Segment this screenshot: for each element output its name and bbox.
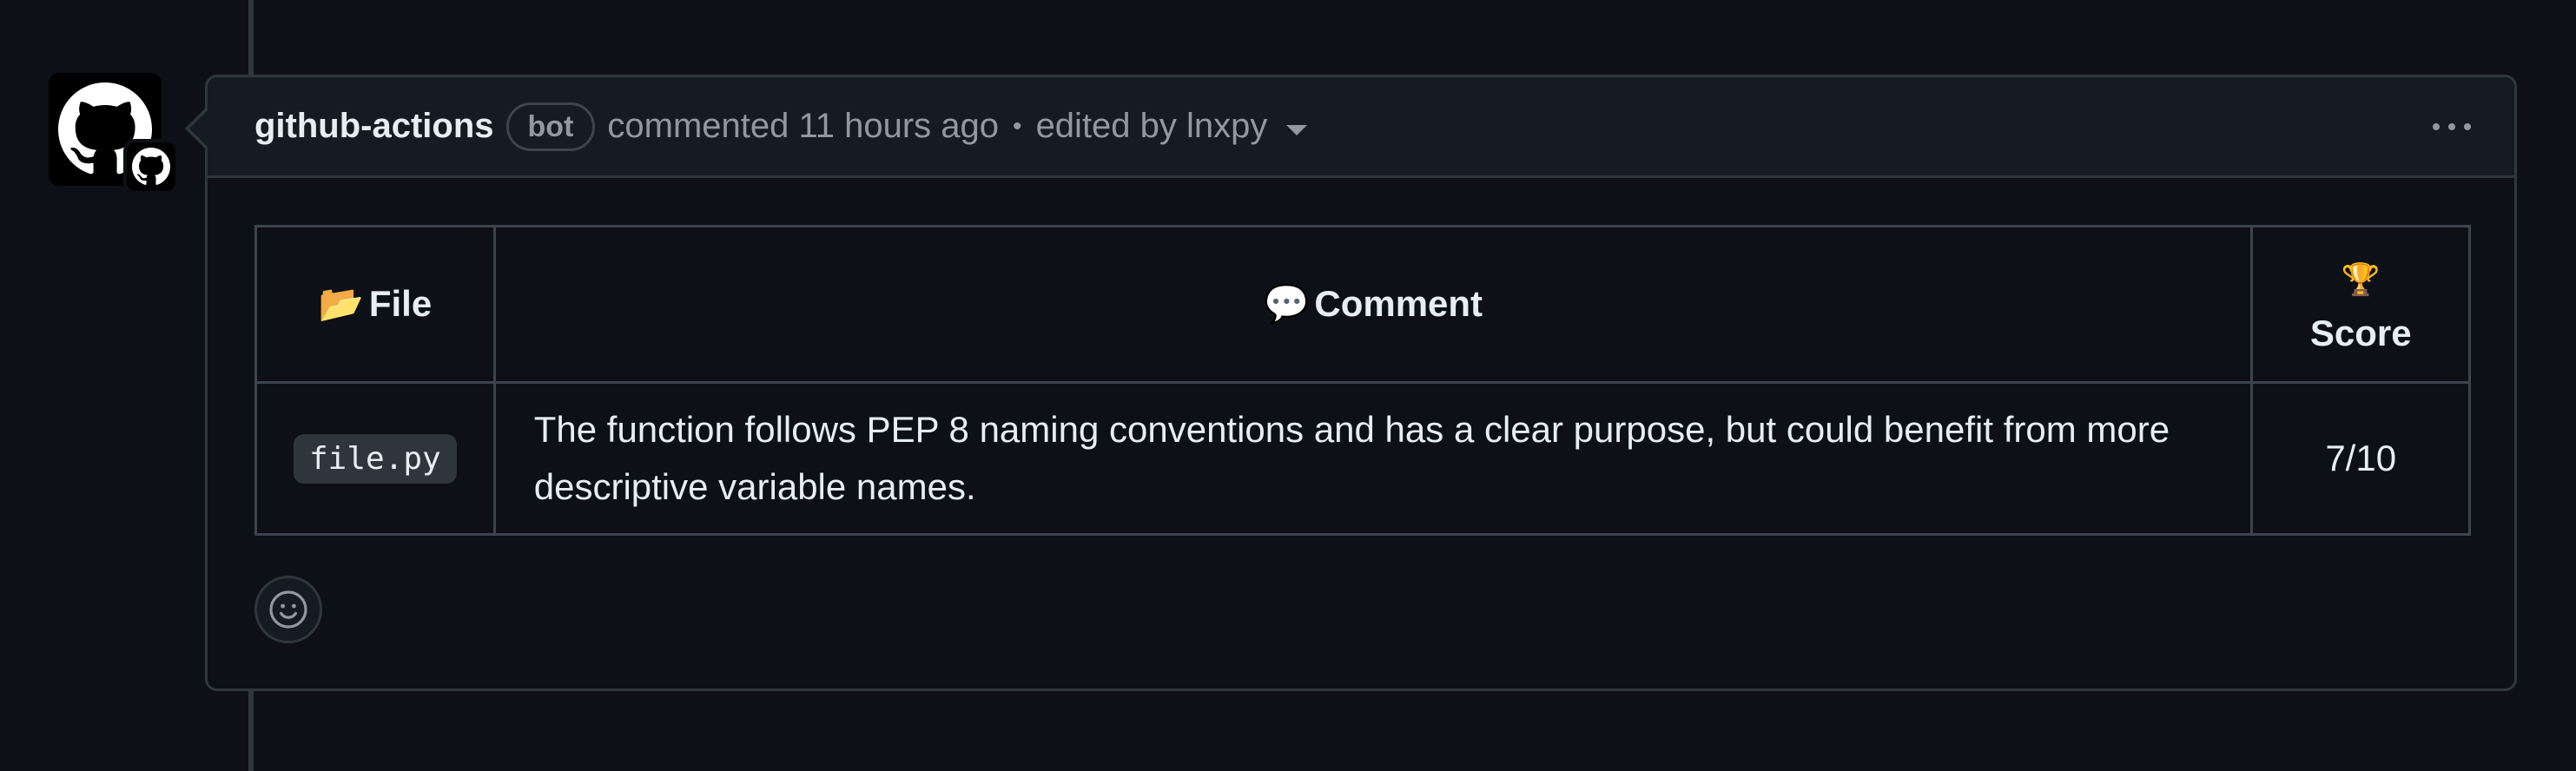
table-row: file.py The function follows PEP 8 namin… [254,381,2471,536]
file-name-code: file.py [294,433,457,484]
review-table-wrapper: 📂 File 💬 Comment 🏆 Score file.py The fun… [254,225,2471,536]
file-cell: file.py [254,381,496,536]
edited-by-link[interactable]: edited by lnxpy [1036,107,1268,146]
table-header-row: 📂 File 💬 Comment 🏆 Score [254,225,2471,384]
comment-header: github-actions bot commented 11 hours ag… [208,77,2514,178]
smiley-icon [269,590,307,629]
header-score: 🏆 Score [2250,225,2471,384]
header-comment-label: Comment [1314,283,1483,324]
avatar-badge [123,139,179,194]
comment-box: github-actions bot commented 11 hours ag… [205,75,2517,691]
header-score-label: Score [2309,313,2412,353]
comment-timestamp[interactable]: commented 11 hours ago [607,107,999,146]
trophy-icon: 🏆 [2341,261,2381,297]
header-file: 📂 File [254,225,496,384]
author-link[interactable]: github-actions [254,107,494,146]
folder-icon: 📂 [318,283,364,324]
separator-dot: • [1013,111,1022,141]
review-table: 📂 File 💬 Comment 🏆 Score file.py The fun… [254,225,2471,536]
header-comment: 💬 Comment [492,225,2254,384]
add-reaction-button[interactable] [254,576,322,643]
header-file-label: File [368,283,433,324]
comment-pointer-fill [189,110,208,147]
bot-badge: bot [505,102,596,151]
triangle-down-icon[interactable] [1286,124,1308,135]
score-cell: 7/10 [2250,381,2471,536]
comment-cell: The function follows PEP 8 naming conven… [492,381,2254,536]
speech-bubble-icon: 💬 [1264,283,1310,324]
github-app-badge-icon [132,148,170,185]
kebab-horizontal-icon[interactable] [2433,122,2471,130]
